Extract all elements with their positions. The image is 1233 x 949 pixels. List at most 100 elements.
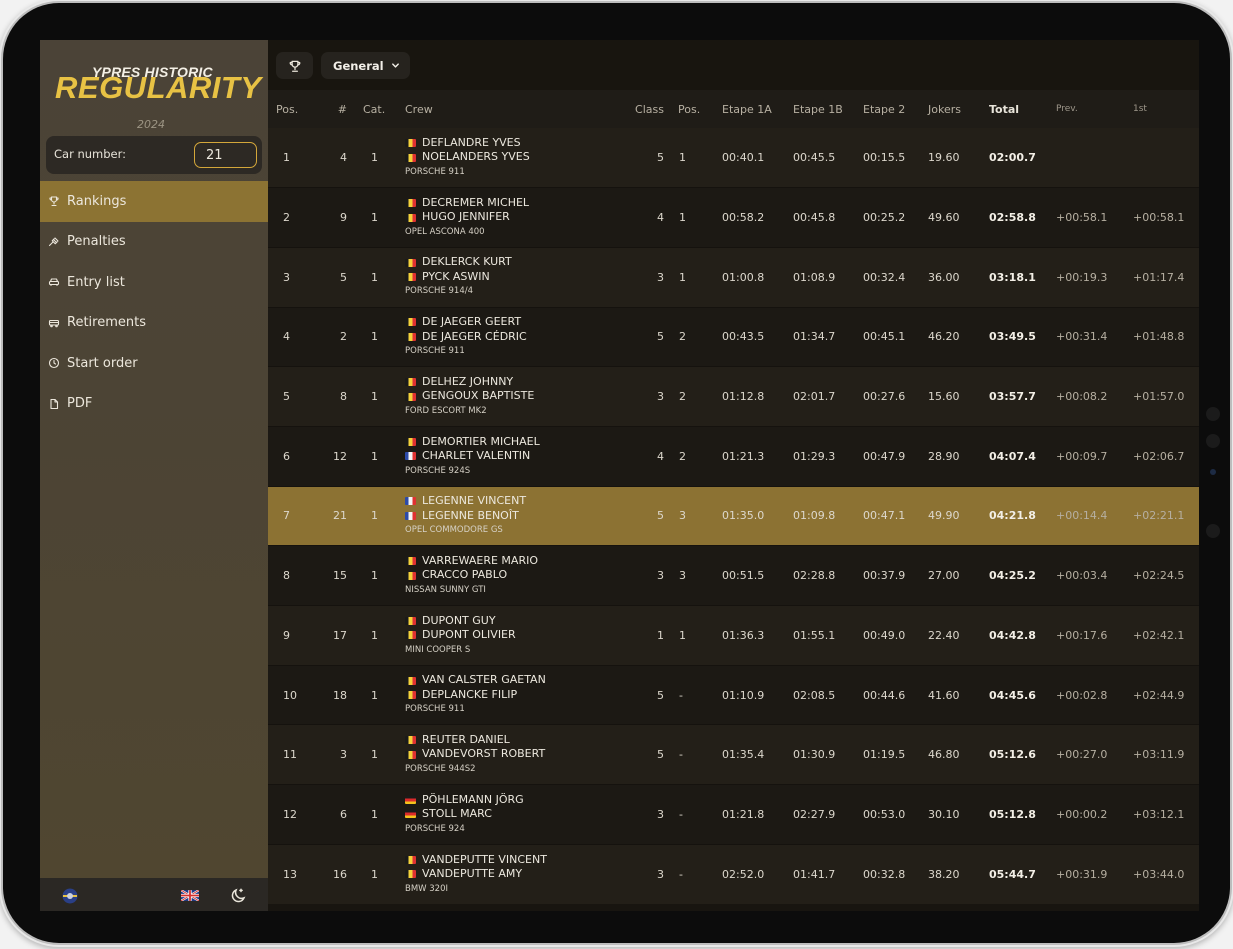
row-car-number: 12 [316, 425, 347, 487]
row-car-number: 8 [316, 366, 347, 427]
table-row[interactable]: 7 21 1 LEGENNE VINCENT LEGENNE BENOÎT OPEL CO… [268, 485, 1199, 546]
driver-name: DEMORTIER MICHAEL [422, 434, 540, 448]
table-body: 1 4 1 DEFLANDRE YVES NOELANDERS YVES PORSCHE … [268, 128, 1199, 904]
row-total: 05:12.6 [981, 724, 1048, 785]
flag-icon [405, 273, 416, 282]
car-number-label: Car number: [54, 147, 127, 161]
row-prev-gap: +00:08.2 [1048, 366, 1122, 427]
col-cat[interactable]: Cat. [347, 90, 397, 128]
col-class-pos[interactable]: Pos. [664, 90, 713, 128]
crew-driver: DEMORTIER MICHAEL [405, 435, 626, 450]
row-pos: 7 [268, 485, 316, 546]
brand-logo[interactable]: YPRES HISTORIC Regularity 2024 [40, 40, 268, 132]
tablet-frame: YPRES HISTORIC Regularity 2024 Car numbe… [3, 3, 1230, 943]
row-etape-1a: 01:35.0 [713, 485, 785, 546]
codriver-name: CRACCO PABLO [422, 568, 508, 582]
uk-flag-icon[interactable] [181, 890, 199, 901]
sidebar-item-pdf[interactable]: PDF [40, 384, 268, 425]
moon-icon[interactable] [229, 887, 247, 905]
car-model: BMW 320I [405, 883, 449, 894]
crew-codriver: LEGENNE BENOÎT [405, 509, 626, 524]
col-etape-1a[interactable]: Etape 1A [713, 90, 785, 128]
table-row[interactable]: 12 6 1 PÖHLEMANN JÖRG STOLL MARC PORSCHE 924 3… [268, 784, 1199, 845]
col-prev[interactable]: Prev. [1048, 90, 1122, 128]
row-total: 04:45.6 [981, 664, 1048, 725]
table-row[interactable]: 9 17 1 DUPONT GUY DUPONT OLIVIER MINI COOPER … [268, 605, 1199, 666]
crew-codriver: DE JAEGER CÉDRIC [405, 330, 626, 345]
sidebar-item-penalties[interactable]: Penalties [40, 222, 268, 263]
flag-icon [405, 631, 416, 640]
col-etape-2[interactable]: Etape 2 [855, 90, 921, 128]
col-class[interactable]: Class [626, 90, 664, 128]
sidebar-item-retirements[interactable]: Retirements [40, 303, 268, 344]
col-total[interactable]: Total [981, 90, 1048, 128]
row-etape-1b: 00:45.8 [785, 187, 855, 248]
flag-icon [405, 318, 416, 327]
col-crew[interactable]: Crew [397, 90, 626, 128]
general-dropdown[interactable]: General [321, 52, 410, 79]
hardware-button [1206, 434, 1220, 448]
car-model: OPEL COMMODORE GS [405, 525, 503, 536]
flag-icon [405, 736, 416, 745]
row-class: 5 [657, 151, 664, 165]
col-pos[interactable]: Pos. [268, 90, 316, 128]
row-etape-1b: 01:30.9 [785, 724, 855, 785]
row-etape-1a: 01:10.9 [713, 664, 785, 725]
table-row[interactable]: 5 8 1 DELHEZ JOHNNY GENGOUX BAPTISTE FORD ESC… [268, 366, 1199, 427]
row-class: 5 [626, 664, 664, 725]
driver-name: DUPONT GUY [422, 613, 496, 627]
row-category: 1 [347, 664, 397, 725]
row-etape-1a: 00:43.5 [713, 306, 785, 367]
row-car-number: 18 [316, 664, 347, 725]
crew-driver: DUPONT GUY [405, 614, 626, 629]
trophy-button[interactable] [276, 52, 313, 79]
col-number[interactable]: # [316, 90, 347, 128]
row-etape-1a: 01:21.3 [713, 425, 785, 487]
table-row[interactable]: 3 5 1 DEKLERCK KURT PYCK ASWIN PORSCHE 914/4 3… [268, 246, 1199, 308]
sidebar-item-rankings[interactable]: Rankings [40, 181, 268, 222]
car-model: PORSCHE 914/4 [405, 286, 474, 297]
row-crew: VAN CALSTER GAETAN DEPLANCKE FILIP PORSCHE… [397, 664, 626, 725]
organizer-logo-icon[interactable] [62, 888, 78, 904]
row-category: 1 [347, 366, 397, 427]
table-row[interactable]: 2 9 1 DECREMER MICHEL HUGO JENNIFER OPEL ASCO… [268, 187, 1199, 248]
table-row[interactable]: 6 12 1 DEMORTIER MICHAEL CHARLET VALENTIN POR… [268, 425, 1199, 487]
row-class-pos: 1 [679, 151, 686, 165]
flag-icon [405, 199, 416, 208]
row-prev-gap [1048, 128, 1122, 188]
table-row[interactable]: 10 18 1 VAN CALSTER GAETAN DEPLANCKE FILIP PO… [268, 664, 1199, 725]
row-jokers: 49.60 [921, 187, 981, 248]
row-pos: 2 [268, 187, 316, 248]
row-prev-gap: +00:00.2 [1048, 784, 1122, 845]
col-first[interactable]: 1st [1122, 90, 1199, 128]
col-jokers[interactable]: Jokers [921, 90, 981, 128]
row-etape-2: 00:32.8 [855, 843, 921, 904]
table-row[interactable]: 1 4 1 DEFLANDRE YVES NOELANDERS YVES PORSCHE … [268, 128, 1199, 188]
row-class: 3 [626, 843, 664, 904]
sidebar-item-start-order[interactable]: Start order [40, 343, 268, 384]
main-content: General Pos. # Cat. Crew Class Pos. Etap… [268, 40, 1199, 911]
sidebar-item-label: Rankings [67, 193, 127, 209]
table-row[interactable]: 4 2 1 DE JAEGER GEERT DE JAEGER CÉDRIC PORSCH… [268, 306, 1199, 367]
table-row[interactable]: 13 16 1 VANDEPUTTE VINCENT VANDEPUTTE AMY BMW… [268, 843, 1199, 904]
row-class-pos: - [664, 843, 713, 904]
row-prev-gap: +00:17.6 [1048, 605, 1122, 666]
row-category: 1 [347, 784, 397, 845]
sidebar-item-entry-list[interactable]: Entry list [40, 262, 268, 303]
flag-icon [405, 691, 416, 700]
row-crew: PÖHLEMANN JÖRG STOLL MARC PORSCHE 924 [397, 784, 626, 845]
flag-icon [405, 258, 416, 267]
table-row[interactable]: 8 15 1 VARREWAERE MARIO CRACCO PABLO NISSAN S… [268, 545, 1199, 606]
car-model: PORSCHE 911 [405, 346, 465, 357]
crew-driver: VARREWAERE MARIO [405, 554, 626, 569]
row-crew: DELHEZ JOHNNY GENGOUX BAPTISTE FORD ESCORT… [397, 366, 626, 427]
row-category: 1 [347, 605, 397, 666]
col-etape-1b[interactable]: Etape 1B [785, 90, 855, 128]
driver-name: PÖHLEMANN JÖRG [422, 792, 524, 806]
row-prev-gap: +00:31.9 [1048, 843, 1122, 904]
row-prev-gap: +00:03.4 [1048, 545, 1122, 606]
row-car-number: 2 [316, 306, 347, 367]
flag-icon [405, 437, 416, 446]
car-number-input[interactable] [194, 142, 257, 168]
table-row[interactable]: 11 3 1 REUTER DANIEL VANDEVORST ROBERT PORSCH… [268, 724, 1199, 785]
